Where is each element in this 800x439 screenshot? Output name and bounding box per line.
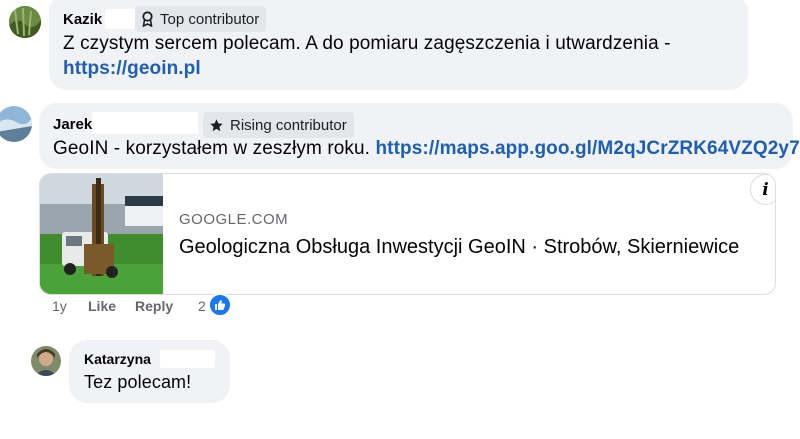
maps-link[interactable]: https://maps.app.goo.gl/M2qJCrZRK64VZQ2y… bbox=[375, 138, 800, 159]
reply-button[interactable]: Reply bbox=[135, 298, 173, 314]
comment-text: Z czystym sercem polecam. A do pomiaru z… bbox=[63, 33, 671, 55]
star-icon bbox=[210, 118, 223, 131]
like-button[interactable]: Like bbox=[88, 298, 116, 314]
rising-contributor-badge[interactable]: Rising contributor bbox=[203, 112, 354, 138]
badge-label: Top contributor bbox=[160, 10, 260, 28]
comment-body: Tez polecam! bbox=[84, 372, 192, 392]
geoin-link[interactable]: https://geoin.pl bbox=[63, 58, 201, 79]
comment-body: GeoIN - korzystałem w zeszłym roku. bbox=[53, 138, 371, 159]
avatar-kazik[interactable] bbox=[9, 6, 41, 38]
redacted-surname bbox=[160, 350, 215, 368]
avatar-katarzyna[interactable] bbox=[31, 346, 61, 376]
comment-body: Z czystym sercem polecam. A do pomiaru z… bbox=[63, 33, 671, 54]
award-ribbon-icon bbox=[142, 11, 153, 27]
redacted-surname bbox=[92, 112, 198, 134]
top-contributor-badge[interactable]: Top contributor bbox=[135, 6, 267, 32]
comment-link-line: https://geoin.pl bbox=[63, 58, 201, 80]
preview-domain: GOOGLE.COM bbox=[179, 211, 289, 228]
like-reaction-icon[interactable] bbox=[208, 293, 232, 317]
comment-text: Tez polecam! bbox=[84, 372, 191, 393]
timestamp[interactable]: 1y bbox=[52, 298, 67, 314]
preview-thumbnail bbox=[40, 174, 163, 294]
comment-author[interactable]: Katarzyna bbox=[84, 351, 151, 367]
link-preview-card[interactable]: GOOGLE.COM Geologiczna Obsługa Inwestycj… bbox=[39, 173, 776, 295]
redacted-surname bbox=[105, 9, 135, 29]
avatar-jarek[interactable] bbox=[0, 106, 32, 142]
badge-label: Rising contributor bbox=[230, 116, 347, 134]
preview-title[interactable]: Geologiczna Obsługa Inwestycji GeoIN · S… bbox=[179, 236, 739, 259]
reaction-count[interactable]: 2 bbox=[198, 298, 206, 314]
comment-author[interactable]: Kazik bbox=[63, 11, 102, 28]
comment-author[interactable]: Jarek bbox=[53, 116, 92, 133]
comment-text: GeoIN - korzystałem w zeszłym roku. http… bbox=[53, 138, 800, 160]
info-icon[interactable]: i bbox=[750, 174, 775, 205]
